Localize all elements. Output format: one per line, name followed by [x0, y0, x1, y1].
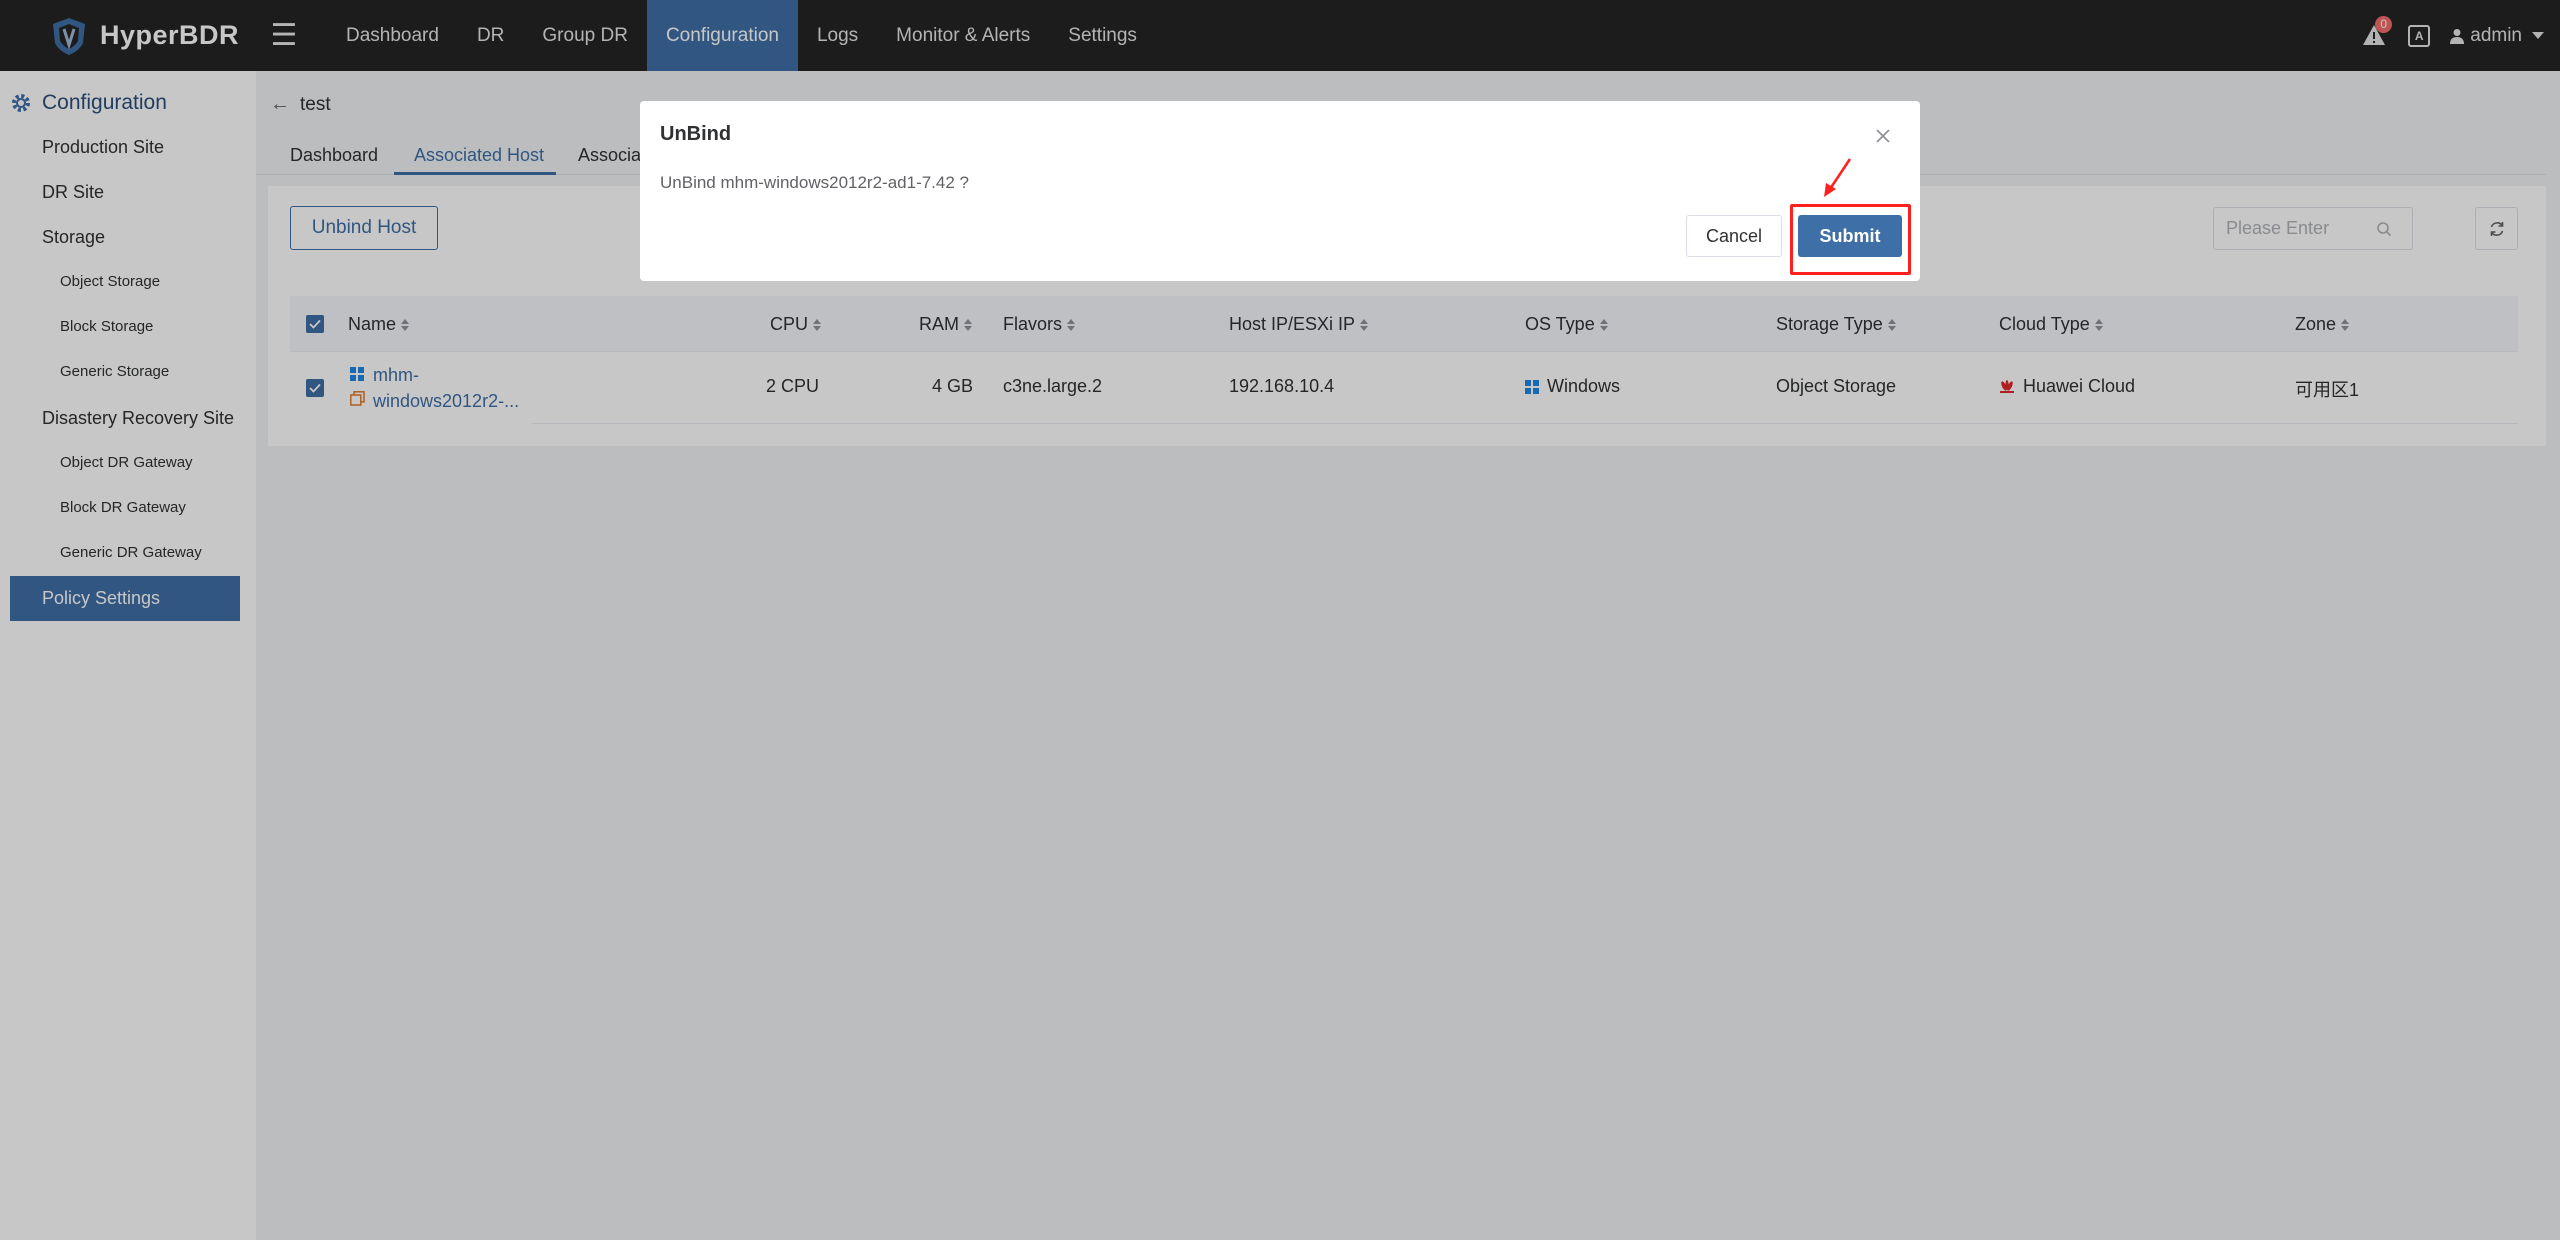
dialog-message: UnBind mhm-windows2012r2-ad1-7.42 ? [660, 173, 969, 192]
pointer-arrow-icon [1824, 158, 1852, 197]
unbind-dialog: UnBind UnBind mhm-windows2012r2-ad1-7.42… [640, 101, 1920, 281]
dialog-title: UnBind [660, 123, 732, 145]
cancel-button[interactable]: Cancel [1686, 215, 1782, 257]
submit-button[interactable]: Submit [1798, 215, 1902, 257]
close-icon[interactable] [1874, 127, 1892, 145]
